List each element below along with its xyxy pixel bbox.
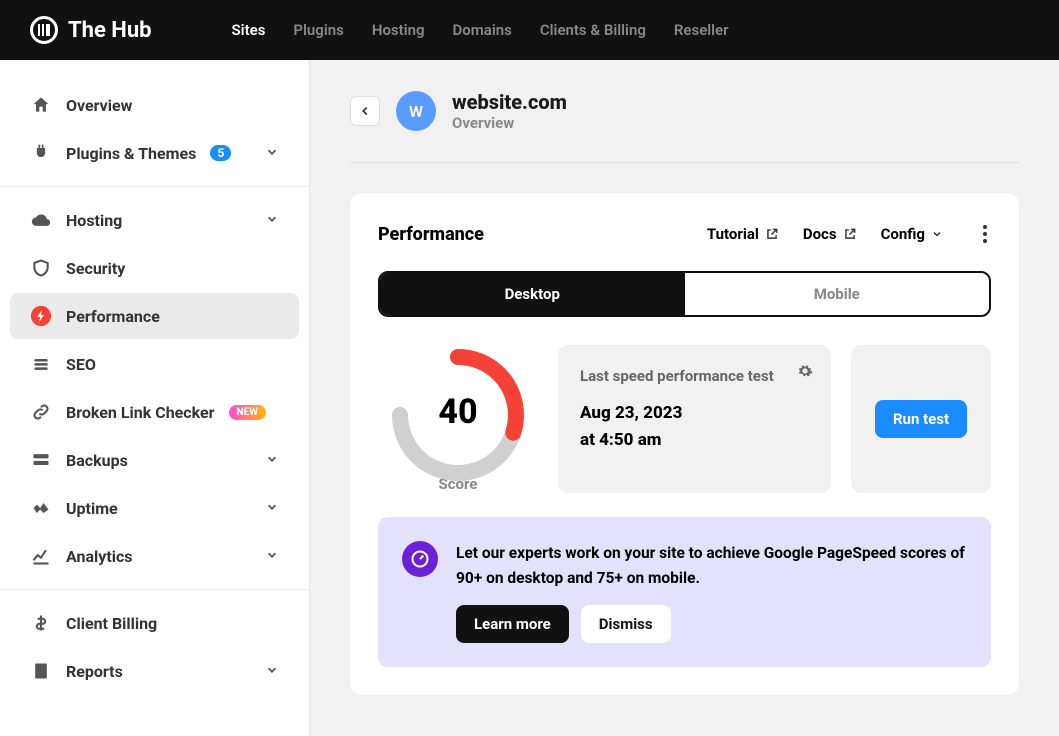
sidebar-item-uptime[interactable]: Uptime (10, 485, 299, 531)
sidebar-item-label: Uptime (66, 499, 118, 518)
score-value: 40 (438, 392, 477, 432)
promo-banner: Let our experts work on your site to ach… (378, 517, 991, 667)
speed-icon (402, 541, 438, 577)
link-icon (30, 401, 52, 423)
sidebar-item-label: Broken Link Checker (66, 403, 215, 422)
more-menu[interactable] (979, 221, 991, 247)
nav-reseller[interactable]: Reseller (674, 21, 729, 39)
chevron-down-icon (265, 144, 279, 163)
sidebar-item-backups[interactable]: Backups (10, 437, 299, 483)
settings-button[interactable] (797, 363, 813, 383)
page-header: W website.com Overview (350, 90, 1019, 163)
chevron-down-icon (265, 451, 279, 470)
sidebar-item-label: Plugins & Themes (66, 144, 196, 163)
learn-more-button[interactable]: Learn more (456, 605, 569, 643)
sidebar-item-label: Reports (66, 662, 123, 681)
sidebar-item-label: Overview (66, 96, 132, 115)
sidebar-item-overview[interactable]: Overview (10, 82, 299, 128)
plugins-count-badge: 5 (210, 145, 231, 161)
run-test-box: Run test (851, 345, 991, 493)
card-title: Performance (378, 224, 707, 245)
last-test-label: Last speed performance test (580, 365, 809, 388)
performance-card: Performance Tutorial Docs Config (350, 193, 1019, 695)
logo[interactable]: The Hub (30, 16, 152, 44)
sidebar-item-label: Analytics (66, 547, 133, 566)
nav-plugins[interactable]: Plugins (293, 21, 343, 39)
nav-domains[interactable]: Domains (453, 21, 512, 39)
chevron-down-icon (265, 547, 279, 566)
back-button[interactable] (350, 96, 380, 126)
chevron-down-icon (265, 211, 279, 230)
tab-desktop[interactable]: Desktop (380, 273, 685, 315)
config-dropdown[interactable]: Config (881, 225, 943, 243)
sidebar-item-analytics[interactable]: Analytics (10, 533, 299, 579)
main-content: W website.com Overview Performance Tutor… (310, 60, 1059, 736)
home-icon (30, 94, 52, 116)
sidebar-item-hosting[interactable]: Hosting (10, 197, 299, 243)
reports-icon (30, 660, 52, 682)
sidebar-item-seo[interactable]: SEO (10, 341, 299, 387)
nav-hosting[interactable]: Hosting (372, 21, 425, 39)
device-tabs: Desktop Mobile (378, 271, 991, 317)
cloud-icon (30, 209, 52, 231)
sidebar-item-label: Hosting (66, 211, 122, 230)
link-label: Docs (803, 225, 837, 243)
site-avatar: W (396, 91, 436, 131)
sidebar-item-label: Backups (66, 451, 128, 470)
sidebar-item-label: Security (66, 259, 125, 278)
brand-name: The Hub (68, 18, 152, 43)
link-label: Config (881, 225, 925, 243)
sidebar-item-label: Performance (66, 307, 160, 326)
sidebar-item-blc[interactable]: Broken Link Checker NEW (10, 389, 299, 435)
sidebar: Overview Plugins & Themes 5 Hosting Secu… (0, 60, 310, 736)
topbar: The Hub Sites Plugins Hosting Domains Cl… (0, 0, 1059, 60)
seo-icon (30, 353, 52, 375)
avatar-letter: W (409, 102, 423, 121)
tab-mobile[interactable]: Mobile (685, 273, 990, 315)
site-subtitle: Overview (452, 114, 567, 132)
new-badge: NEW (229, 405, 266, 420)
gear-icon (797, 363, 813, 379)
dollar-icon (30, 612, 52, 634)
link-label: Tutorial (707, 225, 759, 243)
sidebar-item-performance[interactable]: Performance (10, 293, 299, 339)
external-link-icon (765, 227, 779, 241)
sidebar-item-label: Client Billing (66, 614, 157, 633)
docs-link[interactable]: Docs (803, 225, 857, 243)
chevron-left-icon (358, 104, 372, 118)
promo-text: Let our experts work on your site to ach… (456, 541, 967, 591)
nav-clients[interactable]: Clients & Billing (540, 21, 646, 39)
sidebar-item-plugins[interactable]: Plugins & Themes 5 (10, 130, 299, 176)
last-test-info: Last speed performance test Aug 23, 2023… (558, 345, 831, 493)
chevron-down-icon (265, 662, 279, 681)
analytics-icon (30, 545, 52, 567)
last-test-date: Aug 23, 2023 (580, 400, 809, 427)
last-test-time: at 4:50 am (580, 427, 809, 454)
logo-icon (30, 16, 58, 44)
chevron-down-icon (931, 228, 943, 240)
bolt-icon (30, 305, 52, 327)
nav-sites[interactable]: Sites (232, 21, 266, 39)
score-gauge: 40 Score (378, 345, 538, 493)
sidebar-item-label: SEO (66, 355, 96, 374)
backups-icon (30, 449, 52, 471)
topnav: Sites Plugins Hosting Domains Clients & … (232, 21, 729, 39)
external-link-icon (843, 227, 857, 241)
plug-icon (30, 142, 52, 164)
chevron-down-icon (265, 499, 279, 518)
run-test-button[interactable]: Run test (875, 400, 967, 438)
tutorial-link[interactable]: Tutorial (707, 225, 779, 243)
shield-icon (30, 257, 52, 279)
uptime-icon (30, 497, 52, 519)
sidebar-item-security[interactable]: Security (10, 245, 299, 291)
sidebar-item-billing[interactable]: Client Billing (10, 600, 299, 646)
site-title: website.com (452, 90, 567, 114)
sidebar-item-reports[interactable]: Reports (10, 648, 299, 694)
dismiss-button[interactable]: Dismiss (581, 605, 671, 643)
